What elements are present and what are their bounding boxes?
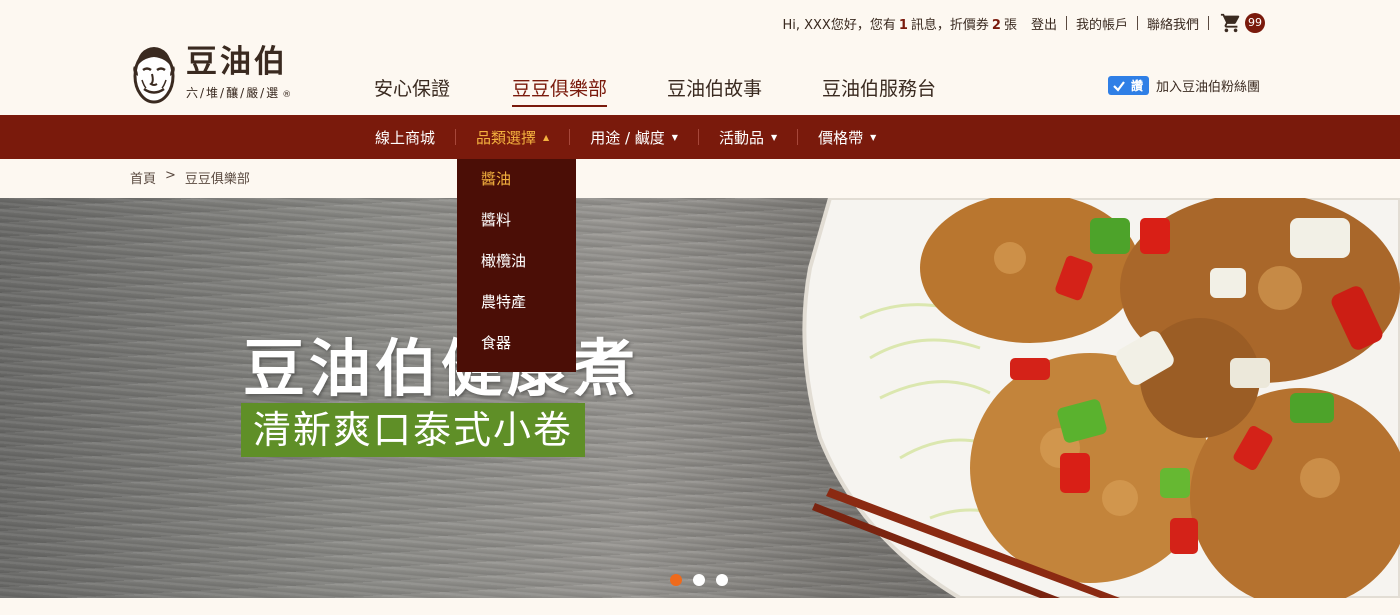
subnav-label: 品類選擇 bbox=[476, 128, 537, 147]
brand-logo[interactable]: 豆油伯 六/堆/釀/嚴/選 ® bbox=[130, 40, 293, 106]
divider bbox=[1208, 16, 1209, 30]
cart-count-badge: 99 bbox=[1245, 13, 1265, 33]
dropdown-item-tableware[interactable]: 食器 bbox=[457, 323, 576, 364]
divider bbox=[697, 129, 699, 145]
check-icon bbox=[1113, 80, 1125, 92]
utility-bar: Hi, XXX您好，您有 1 訊息，折價券 2 張 登出 我的帳戶 聯絡我們 99 bbox=[782, 12, 1265, 34]
subnav-item-category[interactable]: 品類選擇 ▲ bbox=[476, 127, 549, 148]
breadcrumb-home[interactable]: 首頁 bbox=[130, 168, 156, 187]
account-link[interactable]: 我的帳戶 bbox=[1076, 14, 1128, 33]
message-count: 1 bbox=[898, 17, 908, 33]
cart-icon bbox=[1220, 13, 1240, 33]
greeting-prefix: Hi, XXX您好，您有 bbox=[782, 17, 896, 33]
hero-banner[interactable]: 豆油伯健康煮 清新爽口泰式小卷 bbox=[0, 198, 1400, 598]
main-nav: 安心保證 豆豆俱樂部 豆油伯故事 豆油伯服務台 bbox=[374, 74, 936, 107]
nav-item-guarantee[interactable]: 安心保證 bbox=[374, 74, 450, 107]
carousel-dot-3[interactable] bbox=[716, 574, 728, 586]
breadcrumb: 首頁 > 豆豆俱樂部 bbox=[130, 168, 250, 187]
nav-item-story[interactable]: 豆油伯故事 bbox=[667, 74, 762, 107]
nav-item-club[interactable]: 豆豆俱樂部 bbox=[512, 74, 608, 107]
category-nav-bar: 線上商城 品類選擇 ▲ 用途 / 鹹度 ▼ 活動品 ▼ 價格帶 ▼ bbox=[0, 115, 1400, 159]
dropdown-item-olive-oil[interactable]: 橄欖油 bbox=[457, 241, 576, 282]
greeting-mid: 訊息，折價券 bbox=[910, 17, 989, 33]
greeting-suffix: 張 bbox=[1003, 17, 1017, 33]
divider bbox=[1065, 16, 1067, 30]
food-photo bbox=[802, 198, 1400, 598]
like-button-label: 讚 bbox=[1131, 79, 1144, 93]
subnav-label: 價格帶 bbox=[818, 128, 864, 147]
breadcrumb-current: 豆豆俱樂部 bbox=[184, 172, 250, 187]
hero-subtitle: 清新爽口泰式小卷 bbox=[241, 403, 586, 457]
fan-page-join[interactable]: 讚 加入豆油伯粉絲團 bbox=[1108, 76, 1260, 95]
carousel-dot-1[interactable] bbox=[670, 574, 682, 586]
dropdown-item-soy-sauce[interactable]: 醬油 bbox=[457, 159, 576, 200]
breadcrumb-separator: > bbox=[165, 168, 176, 183]
hero-title: 豆油伯健康煮 bbox=[243, 332, 640, 405]
category-dropdown: 醬油 醬料 橄欖油 農特產 食器 bbox=[457, 159, 576, 372]
like-button[interactable]: 讚 bbox=[1108, 76, 1150, 95]
grandpa-face-icon bbox=[133, 47, 175, 104]
subnav-item-usage[interactable]: 用途 / 鹹度 ▼ bbox=[590, 127, 678, 148]
caret-down-icon: ▼ bbox=[870, 132, 877, 142]
divider bbox=[1136, 16, 1138, 30]
divider bbox=[455, 129, 457, 145]
subnav-item-shop[interactable]: 線上商城 bbox=[375, 127, 435, 148]
caret-up-icon: ▲ bbox=[543, 132, 550, 142]
caret-down-icon: ▼ bbox=[671, 132, 678, 142]
greeting-text: Hi, XXX您好，您有 1 訊息，折價券 2 張 bbox=[782, 14, 1017, 33]
subnav-label: 線上商城 bbox=[375, 128, 436, 147]
registered-mark: ® bbox=[282, 90, 294, 100]
dropdown-item-sauces[interactable]: 醬料 bbox=[457, 200, 576, 241]
divider bbox=[569, 129, 571, 145]
divider bbox=[797, 129, 799, 145]
logo-title: 豆油伯 bbox=[186, 44, 288, 80]
carousel-dot-2[interactable] bbox=[693, 574, 705, 586]
contact-link[interactable]: 聯絡我們 bbox=[1147, 14, 1199, 33]
subnav-label: 用途 / 鹹度 bbox=[590, 128, 665, 147]
dropdown-item-local-produce[interactable]: 農特產 bbox=[457, 282, 576, 323]
fan-page-text: 加入豆油伯粉絲團 bbox=[1156, 80, 1261, 95]
caret-down-icon: ▼ bbox=[770, 132, 778, 142]
subnav-item-price[interactable]: 價格帶 ▼ bbox=[818, 127, 876, 148]
cart-button[interactable]: 99 bbox=[1220, 12, 1265, 34]
coupon-count: 2 bbox=[991, 17, 1001, 33]
subnav-label: 活動品 bbox=[718, 128, 764, 147]
nav-item-service[interactable]: 豆油伯服務台 bbox=[822, 74, 936, 107]
carousel-dots bbox=[670, 574, 739, 586]
subnav-item-promotions[interactable]: 活動品 ▼ bbox=[719, 127, 777, 148]
logo-subtitle: 六/堆/釀/嚴/選 ® bbox=[186, 84, 293, 101]
logout-link[interactable]: 登出 bbox=[1031, 14, 1057, 33]
logo-subtitle-text: 六/堆/釀/嚴/選 bbox=[186, 86, 281, 100]
